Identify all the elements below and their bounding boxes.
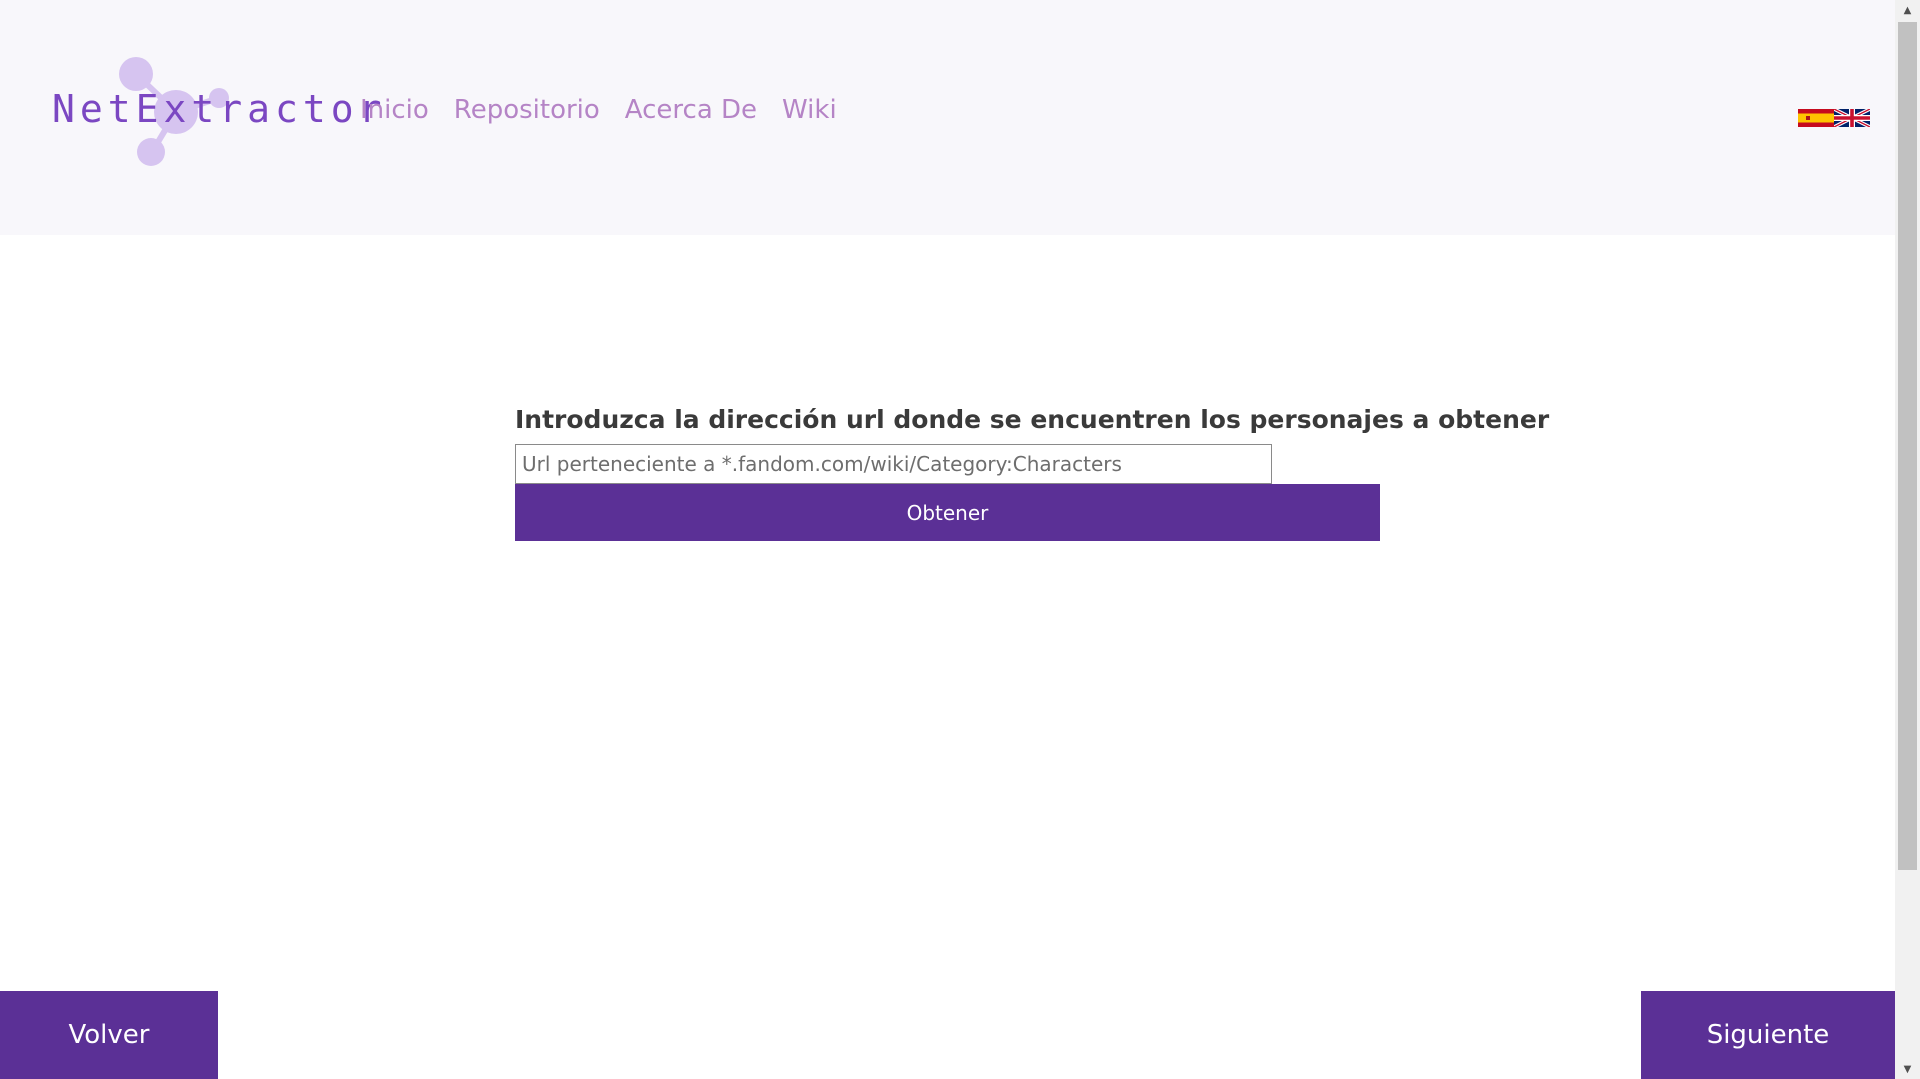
back-button[interactable]: Volver [0,991,218,1079]
main-nav: Inicio Repositorio Acerca De Wiki [360,95,837,125]
nav-link-inicio[interactable]: Inicio [360,95,429,125]
nav-link-acerca-de[interactable]: Acerca De [625,95,757,125]
logo-text: NetExtractor [52,87,387,131]
obtain-button[interactable]: Obtener [515,484,1380,541]
next-button[interactable]: Siguiente [1641,991,1895,1079]
language-selector [1798,109,1870,127]
uk-flag-icon[interactable] [1834,109,1870,127]
vertical-scrollbar[interactable]: ▲ ▼ [1895,0,1920,1079]
url-form: Introduzca la dirección url donde se enc… [515,405,1550,541]
scroll-up-arrow-icon[interactable]: ▲ [1895,0,1920,20]
scroll-down-arrow-icon[interactable]: ▼ [1895,1059,1920,1079]
header: NetExtractor Inicio Repositorio Acerca D… [0,0,1895,235]
logo[interactable]: NetExtractor [52,54,382,170]
nav-link-repositorio[interactable]: Repositorio [454,95,600,125]
scrollbar-thumb[interactable] [1898,22,1917,870]
page: NetExtractor Inicio Repositorio Acerca D… [0,0,1920,1079]
nav-link-wiki[interactable]: Wiki [782,95,837,125]
url-input[interactable] [515,444,1272,484]
spain-flag-icon[interactable] [1798,109,1834,127]
url-prompt: Introduzca la dirección url donde se enc… [515,405,1550,434]
